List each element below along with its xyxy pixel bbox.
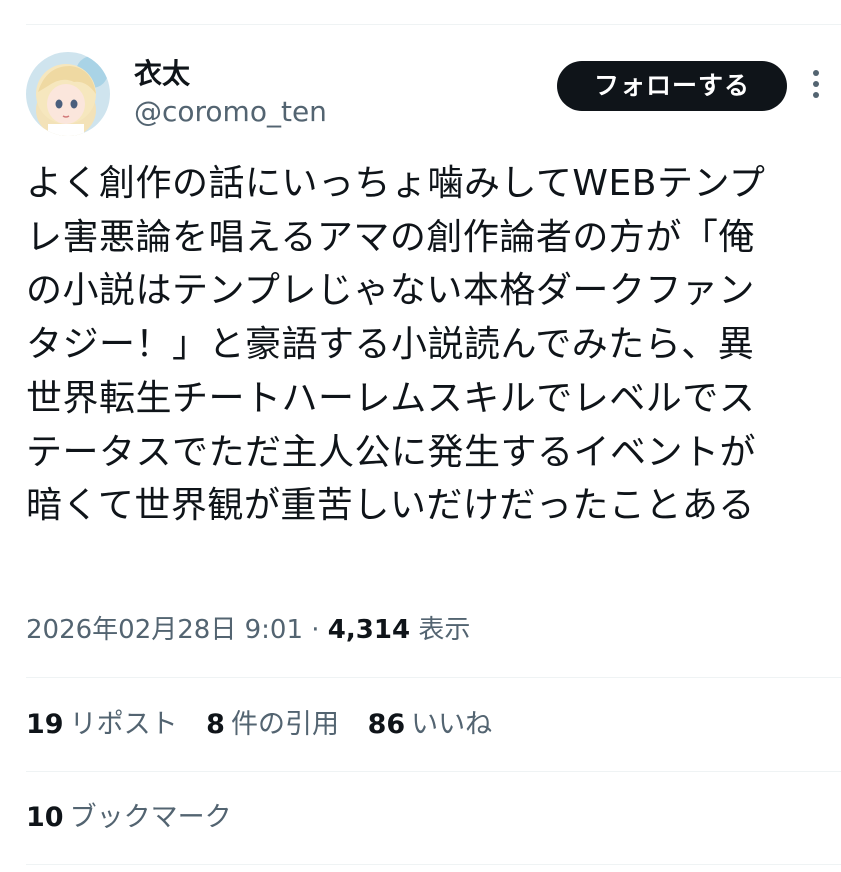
meta-separator: · <box>311 615 320 645</box>
bookmarks-label: ブックマーク <box>69 802 232 833</box>
tweet-header: 衣太 @coromo_ten フォローする <box>26 52 823 138</box>
tweet-text: よく創作の話にいっちょ噛みしてWEBテンプ レ害悪論を唱えるアマの創作論者の方が… <box>26 163 766 527</box>
views-label: 表示 <box>418 615 471 645</box>
more-options-icon[interactable] <box>809 70 823 104</box>
divider <box>26 864 841 865</box>
quotes-count: 8 <box>206 709 225 740</box>
top-divider <box>26 24 841 25</box>
views-count: 4,314 <box>327 615 411 645</box>
bookmarks-stat[interactable]: 10 ブックマーク <box>26 798 232 838</box>
reposts-count: 19 <box>26 709 64 740</box>
avatar-anime-girl-icon <box>26 52 110 136</box>
divider <box>26 677 841 678</box>
author-display-name[interactable]: 衣太 <box>134 56 327 92</box>
likes-stat[interactable]: 86 いいね <box>368 705 493 745</box>
quotes-stat[interactable]: 8 件の引用 <box>206 705 339 745</box>
likes-count: 86 <box>367 709 406 740</box>
dot <box>813 70 819 76</box>
likes-label: いいね <box>411 709 493 740</box>
author-info: 衣太 @coromo_ten <box>134 56 327 130</box>
follow-button[interactable]: フォローする <box>557 61 787 111</box>
bookmarks-count: 10 <box>26 802 64 833</box>
quotes-label: 件の引用 <box>230 709 339 740</box>
dot <box>813 92 819 98</box>
author-handle[interactable]: @coromo_ten <box>134 94 327 130</box>
reposts-label: リポスト <box>69 709 178 740</box>
divider <box>26 771 841 772</box>
tweet-meta: 2026年02月28日 9:01 · 4,314 表示 <box>26 610 470 650</box>
timestamp[interactable]: 2026年02月28日 9:01 <box>26 615 303 645</box>
avatar[interactable] <box>26 52 110 136</box>
reposts-stat[interactable]: 19 リポスト <box>26 705 178 745</box>
engagement-stats: 19 リポスト 8 件の引用 86 いいね <box>26 705 512 745</box>
dot <box>813 81 819 87</box>
